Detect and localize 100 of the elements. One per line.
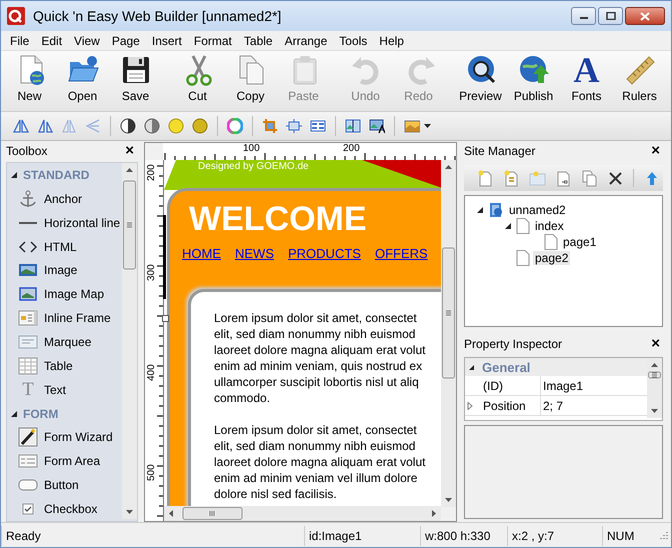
toolbox-item[interactable]: Form Area [7, 449, 122, 474]
nav-link[interactable]: HOME [182, 246, 221, 261]
vertical-scrollbar[interactable] [122, 163, 137, 519]
ruler-number: 100 [243, 144, 260, 154]
toolbox-item[interactable]: HTML [7, 234, 122, 258]
body-paragraph: Lorem ipsum dolor sit amet, consectet elit, sed diam nonummy nibh euismod laoreet dolore magna aliquam erat volut enim ad minim veniam, quis nostrud ex ullamcorper suscipit lobortis nisl ut aliq commodo. [214, 310, 426, 406]
grid-blocks-icon [310, 118, 326, 134]
menu-item[interactable]: Edit [35, 34, 68, 48]
vertical-scrollbar[interactable] [441, 160, 456, 507]
toolbar-button[interactable]: A Fonts [560, 53, 613, 111]
toolbox-item[interactable]: Anchor [7, 186, 122, 211]
item-label: Marquee [44, 334, 92, 349]
toolbar-button[interactable]: Rulers [613, 53, 666, 111]
close-button[interactable]: × [123, 144, 136, 158]
item-label: Checkbox [44, 502, 98, 516]
picture-icon [404, 118, 420, 134]
close-icon [640, 12, 650, 20]
ruler-number: 300 [147, 264, 157, 281]
page-link-icon [554, 170, 572, 186]
status-text: w:800 h:330 [420, 526, 507, 546]
toolbar-button[interactable]: Cut [171, 53, 224, 111]
tree-item[interactable]: index [533, 219, 566, 233]
maximize-button[interactable] [598, 7, 623, 25]
toolbox-item[interactable]: Table [7, 354, 122, 378]
ruler-number: 200 [147, 164, 157, 181]
item-label: Button [44, 478, 79, 492]
status-text: x:2 , y:7 [507, 526, 602, 546]
toolbar-button[interactable]: Copy [224, 53, 277, 111]
table-icon [18, 356, 38, 376]
menu-item[interactable]: View [68, 34, 106, 48]
toolbar-button[interactable]: Preview [454, 53, 507, 111]
image-text-icon [369, 118, 385, 134]
toolbox-item[interactable]: Image [7, 258, 122, 282]
toolbar-button[interactable]: New [3, 53, 56, 111]
menu-item[interactable]: Arrange [278, 34, 334, 48]
flip-vertical-icon [61, 118, 77, 134]
item-label: Image Map [44, 287, 104, 302]
ruler-number: 200 [343, 144, 360, 154]
contrast-circle-icon [120, 118, 136, 134]
menu-item[interactable]: Page [106, 34, 146, 48]
status-text: NUM [602, 526, 655, 546]
toolbox-item[interactable]: Form Wizard [7, 425, 122, 450]
item-label: Image [44, 263, 78, 278]
credit-text: Designed by GOEMO.de [198, 161, 309, 172]
toolbar-button[interactable]: Publish [507, 53, 560, 111]
window-title: Quick 'n Easy Web Builder [unnamed2*] [33, 8, 282, 24]
collapsed-arrow-icon[interactable] [467, 402, 473, 410]
resize-icon [286, 118, 302, 134]
toolbar-button[interactable]: Open [56, 53, 109, 111]
site-icon [488, 202, 504, 218]
resize-grip-icon[interactable] [657, 530, 669, 542]
item-label: Anchor [44, 192, 82, 206]
vertical-scrollbar[interactable] [647, 358, 662, 418]
item-label: HTML [44, 240, 77, 254]
expanded-arrow-icon[interactable] [505, 223, 511, 229]
close-button[interactable] [625, 7, 665, 25]
flip-left-icon [37, 118, 53, 134]
toolbar-button[interactable]: Save [109, 53, 162, 111]
crop-icon [262, 118, 278, 134]
item-label: Form Wizard [44, 430, 113, 444]
app-logo-icon [7, 7, 25, 25]
toolbox-item[interactable]: Button [7, 473, 122, 498]
minimize-button[interactable] [571, 7, 596, 25]
dropdown-caret-icon[interactable] [424, 124, 431, 128]
close-button[interactable]: × [649, 144, 662, 158]
menu-item[interactable]: Table [238, 34, 279, 48]
brightness-circle-icon [168, 118, 184, 134]
color-wheel-icon [227, 118, 243, 134]
toolbox-item[interactable]: Marquee [7, 330, 122, 354]
expanded-arrow-icon[interactable] [477, 207, 483, 213]
tree-item[interactable]: unnamed2 [507, 203, 568, 217]
delete-icon [606, 170, 624, 186]
toolbox-item[interactable]: Inline Frame [7, 306, 122, 330]
text-letter-icon: T [18, 378, 38, 401]
toolbox-item[interactable]: Horizontal line [7, 210, 122, 235]
group-label: General [482, 360, 530, 374]
close-button[interactable]: × [649, 337, 662, 351]
toolbox-item[interactable]: Image Map [7, 282, 122, 306]
body-paragraph: Lorem ipsum dolor sit amet, consectet elit, sed diam nonummy nibh euismod laoreet dolore magna aliquam erat volut enim ad minim veniam vel illum dolore dolore nisl sed facilisis. [214, 422, 426, 502]
nav-link[interactable]: NEWS [235, 246, 274, 261]
magic-wand-icon [18, 427, 38, 448]
font-letter-icon: A [574, 53, 600, 87]
menu-item[interactable]: Insert [146, 34, 188, 48]
resize-handle[interactable] [162, 315, 169, 322]
page-icon [544, 234, 558, 250]
nav-link[interactable]: PRODUCTS [288, 246, 361, 261]
tree-item[interactable]: page1 [561, 235, 598, 249]
property-name: (ID) [482, 378, 504, 394]
menu-item[interactable]: Format [188, 34, 238, 48]
menu-item[interactable]: File [4, 34, 36, 48]
new-page-icon [476, 170, 494, 186]
menu-item[interactable]: Help [373, 34, 410, 48]
tree-item[interactable]: page2 [533, 251, 570, 265]
toolbox-item[interactable]: T Text [7, 378, 122, 402]
page-icon [516, 218, 530, 234]
menu-item[interactable]: Tools [333, 34, 374, 48]
nav-link[interactable]: OFFERS [374, 246, 428, 261]
inline-frame-icon [18, 308, 38, 328]
horizontal-scrollbar[interactable] [164, 506, 441, 521]
toolbox-item[interactable]: Checkbox [7, 497, 122, 521]
